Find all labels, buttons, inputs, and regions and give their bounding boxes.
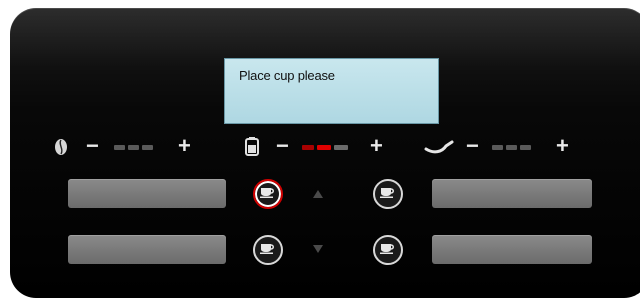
slot-top-left[interactable] — [68, 179, 226, 208]
strength-level-1 — [114, 145, 125, 150]
milk-level-2 — [506, 145, 517, 150]
milk-level-1 — [492, 145, 503, 150]
status-display: Place cup please — [224, 58, 439, 124]
milk-plus-button[interactable]: + — [556, 133, 569, 159]
cup-button-top-right[interactable] — [373, 179, 403, 209]
cup-icon — [260, 241, 276, 259]
slot-bottom-right[interactable] — [432, 235, 592, 264]
arrow-down-icon[interactable] — [313, 245, 323, 253]
cup-button-top-left[interactable] — [253, 179, 283, 209]
cup-button-bottom-left[interactable] — [253, 235, 283, 265]
milk-minus-button[interactable]: − — [466, 133, 479, 159]
cup-icon — [380, 241, 396, 259]
pot-icon — [244, 137, 260, 157]
strength-plus-button[interactable]: + — [178, 133, 191, 159]
strength-selector: − + — [54, 133, 214, 160]
slot-bottom-left[interactable] — [68, 235, 226, 264]
cup-button-bottom-right[interactable] — [373, 235, 403, 265]
display-message: Place cup please — [239, 68, 335, 83]
cup-icon — [380, 185, 396, 203]
milk-jug-icon — [424, 140, 454, 154]
cup-icon — [260, 185, 276, 203]
strength-minus-button[interactable]: − — [86, 133, 99, 159]
volume-selector: − + — [244, 133, 404, 160]
milk-level-3 — [520, 145, 531, 150]
strength-level-2 — [128, 145, 139, 150]
slot-top-right[interactable] — [432, 179, 592, 208]
volume-minus-button[interactable]: − — [276, 133, 289, 159]
strength-level-3 — [142, 145, 153, 150]
volume-plus-button[interactable]: + — [370, 133, 383, 159]
volume-level-3 — [334, 145, 348, 150]
milk-selector: − + — [424, 133, 594, 160]
control-panel: Place cup please − + − + − + — [10, 8, 640, 298]
volume-level-1 — [302, 145, 314, 150]
volume-level-2 — [317, 145, 331, 150]
arrow-up-icon[interactable] — [313, 190, 323, 198]
bean-icon — [54, 138, 68, 156]
